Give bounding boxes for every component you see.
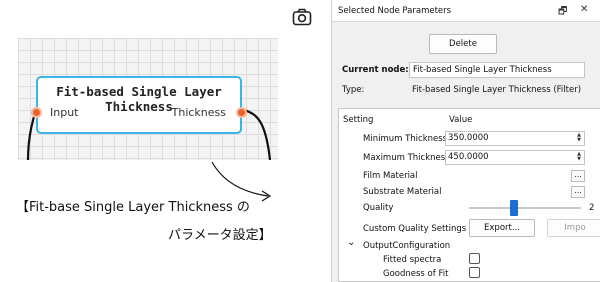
quality-max-label: 2 (589, 203, 595, 213)
min-thickness-input[interactable]: 350.0000 ▲ ▼ (445, 131, 585, 146)
settings-table: Setting Value Minimum Thickness [nm] 350… (338, 108, 600, 282)
node-fit-based-single-layer-thickness[interactable]: Fit-based Single Layer Thickness Input T… (31, 76, 247, 134)
import-button[interactable]: Impo (547, 219, 600, 237)
value-column-header: Value (449, 115, 473, 125)
max-thickness-spinner[interactable]: ▲ ▼ (575, 152, 583, 163)
setting-column-header: Setting (343, 115, 374, 125)
caption-line-1: 【Fit-base Single Layer Thickness の (16, 200, 250, 215)
film-material-label: Film Material (363, 171, 418, 181)
selected-node-parameters-panel: Selected Node Parameters 🗗 ✕ Delete Curr… (331, 0, 600, 282)
output-config-chevron-icon[interactable]: ⌄ (347, 237, 355, 248)
current-node-label: Current node: (342, 65, 409, 75)
quality-label: Quality (363, 203, 394, 213)
quality-slider-track[interactable] (469, 207, 581, 209)
output-wire (241, 108, 272, 160)
max-thickness-input[interactable]: 450.0000 ▲ ▼ (445, 150, 585, 165)
custom-quality-label: Custom Quality Settings (363, 224, 467, 234)
output-config-label: OutputConfiguration (363, 241, 451, 251)
min-thickness-spinner[interactable]: ▲ ▼ (575, 133, 583, 144)
panel-titlebar: Selected Node Parameters 🗗 ✕ (332, 0, 600, 22)
fitted-spectra-label: Fitted spectra (383, 255, 442, 265)
substrate-material-label: Substrate Material (363, 187, 442, 197)
min-thickness-value: 350.0000 (448, 133, 489, 143)
substrate-material-browse-button[interactable]: ... (571, 186, 585, 198)
max-thickness-value: 450.0000 (448, 152, 489, 162)
output-port[interactable] (236, 107, 247, 118)
camera-icon[interactable] (292, 8, 312, 26)
node-editor-canvas[interactable]: Fit-based Single Layer Thickness Input T… (18, 38, 278, 160)
output-port-label: Thickness (171, 106, 226, 119)
film-material-browse-button[interactable]: ... (571, 170, 585, 182)
fitted-spectra-checkbox[interactable] (469, 253, 480, 264)
input-port-label: Input (50, 106, 79, 119)
delete-button[interactable]: Delete (429, 34, 497, 54)
input-port[interactable] (31, 107, 42, 118)
current-node-field[interactable]: Fit-based Single Layer Thickness (409, 62, 585, 78)
quality-slider-thumb[interactable] (509, 200, 518, 216)
panel-title: Selected Node Parameters (338, 6, 452, 16)
type-value: Fit-based Single Layer Thickness (Filter… (412, 85, 582, 95)
goodness-of-fit-checkbox[interactable] (469, 267, 480, 278)
caption-line-2: パラメータ設定】 (168, 228, 272, 243)
goodness-of-fit-label: Goodness of Fit (383, 269, 449, 279)
export-button[interactable]: Export... (469, 219, 535, 237)
float-panel-icon[interactable]: 🗗 (558, 4, 567, 21)
close-panel-icon[interactable]: ✕ (580, 4, 588, 15)
type-label: Type: (342, 85, 365, 95)
